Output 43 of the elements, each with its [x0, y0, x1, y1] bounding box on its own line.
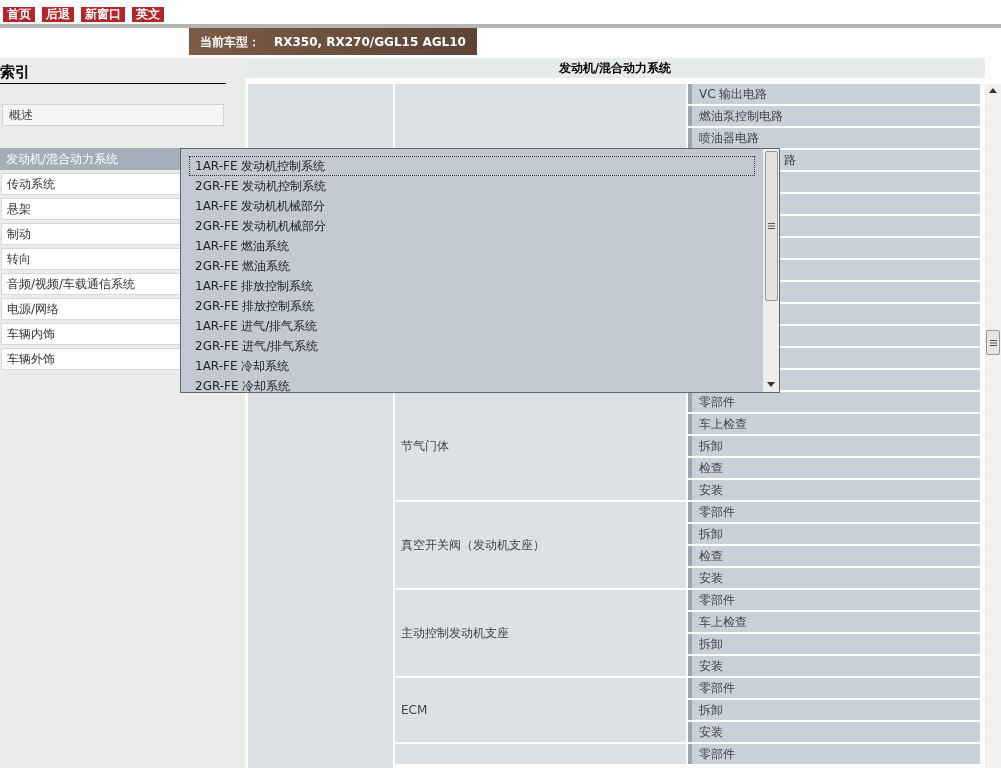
list-item[interactable]: 检查 [688, 458, 980, 478]
list-item[interactable]: 车上检查 [688, 612, 980, 632]
scroll-down-icon[interactable] [767, 382, 775, 387]
dropdown-option[interactable]: 1AR-FE 发动机控制系统 [189, 156, 755, 176]
list-item[interactable]: 拆卸 [688, 524, 980, 544]
grip-icon [767, 222, 775, 229]
list-item[interactable]: 车上检查 [688, 414, 980, 434]
list-item[interactable]: 零部件 [688, 502, 980, 522]
table-cell: ECM [395, 678, 686, 742]
table-cell: 主动控制发动机支座 [395, 590, 686, 676]
scroll-thumb[interactable] [764, 150, 778, 301]
list-item[interactable]: 安装 [688, 480, 980, 500]
grip-icon [989, 339, 997, 346]
list-item[interactable]: 安装 [688, 656, 980, 676]
nav-button[interactable]: 新窗口 [81, 7, 125, 22]
model-label: 当前车型： [200, 33, 260, 51]
nav-button[interactable]: 后退 [42, 7, 74, 22]
list-item[interactable]: 喷油器电路 [688, 128, 980, 148]
model-value: RX350, RX270/GGL15 AGL10 [274, 33, 466, 51]
nav-button[interactable]: 首页 [3, 7, 35, 22]
list-item[interactable]: VC 输出电路 [688, 84, 980, 104]
scroll-up-icon[interactable] [989, 88, 997, 93]
dropdown-list[interactable]: 1AR-FE 发动机控制系统 2GR-FE 发动机控制系统 1AR-FE 发动机机械部分 2GR-FE 发动机机械部分 1AR-FE 燃油系统 2GR-FE 燃油系统 1AR-FE 排放控制系统 2GR-FE 排放控制系统 1AR-FE 进气/排气系统 2GR-FE 进气/排气系统 1AR-FE 冷却系统 2GR-FE 冷却系统 [180, 148, 780, 393]
dropdown-scrollbar[interactable] [763, 149, 779, 392]
list-item[interactable]: 零部件 [688, 590, 980, 610]
list-item[interactable]: 零部件 [688, 392, 980, 412]
list-item[interactable]: 零部件 [688, 678, 980, 698]
list-item[interactable]: 安装 [688, 568, 980, 588]
table-cell: 节气门体 [395, 392, 686, 500]
table-cell: 真空开关阀（发动机支座） [395, 502, 686, 588]
list-item[interactable]: 零部件 [688, 744, 980, 764]
overview-item[interactable]: 概述 [2, 104, 224, 126]
scroll-thumb[interactable] [986, 330, 1000, 355]
list-item[interactable]: 检查 [688, 546, 980, 566]
page-scrollbar[interactable] [985, 84, 1001, 768]
nav-button[interactable]: 英文 [132, 7, 164, 22]
list-item[interactable]: 拆卸 [688, 634, 980, 654]
list-item[interactable]: 安装 [688, 722, 980, 742]
list-item[interactable]: 拆卸 [688, 700, 980, 720]
section-header: 发动机/混合动力系统 [245, 58, 985, 78]
list-item[interactable]: 拆卸 [688, 436, 980, 456]
sidebar-title: 索引 [0, 61, 226, 84]
list-item[interactable]: 燃油泵控制电路 [688, 106, 980, 126]
